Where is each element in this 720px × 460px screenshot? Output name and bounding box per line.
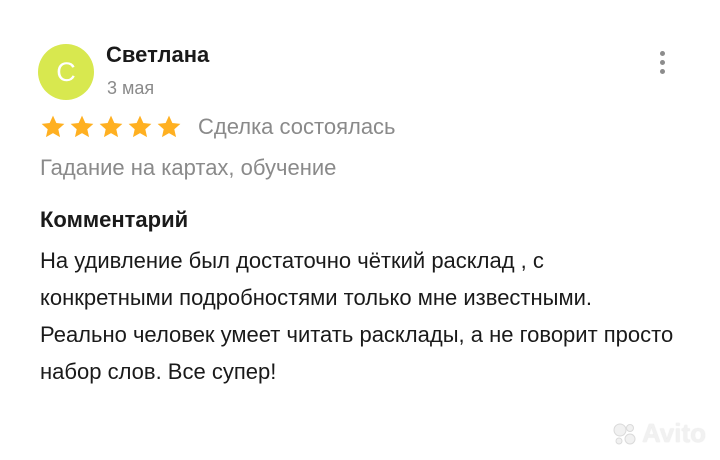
menu-dot [659, 68, 665, 74]
comment-heading: Комментарий [40, 207, 189, 232]
review-date: 3 мая [107, 78, 155, 98]
deal-status: Сделка состоялась [198, 114, 396, 139]
item-title: Гадание на картах, обучение [40, 155, 337, 180]
comment-text: На удивление был достаточно чёткий раскл… [40, 248, 674, 384]
avito-watermark: Avito [612, 418, 706, 449]
star-icon [128, 115, 152, 138]
star-icon [99, 115, 123, 138]
menu-dot [659, 50, 665, 56]
star-icon [157, 115, 181, 138]
menu-dot [659, 59, 665, 65]
avatar[interactable]: С [38, 44, 94, 100]
author-name[interactable]: Светлана [106, 42, 209, 68]
star-icon [70, 115, 94, 138]
star-icon [41, 115, 65, 138]
more-vertical-icon[interactable] [650, 46, 674, 78]
watermark-text: Avito [642, 418, 707, 448]
avito-logo-icon [613, 423, 636, 444]
rating-stars [40, 114, 182, 140]
review-card: С Светлана 3 мая Сделка состоялась Гадан… [0, 0, 720, 460]
